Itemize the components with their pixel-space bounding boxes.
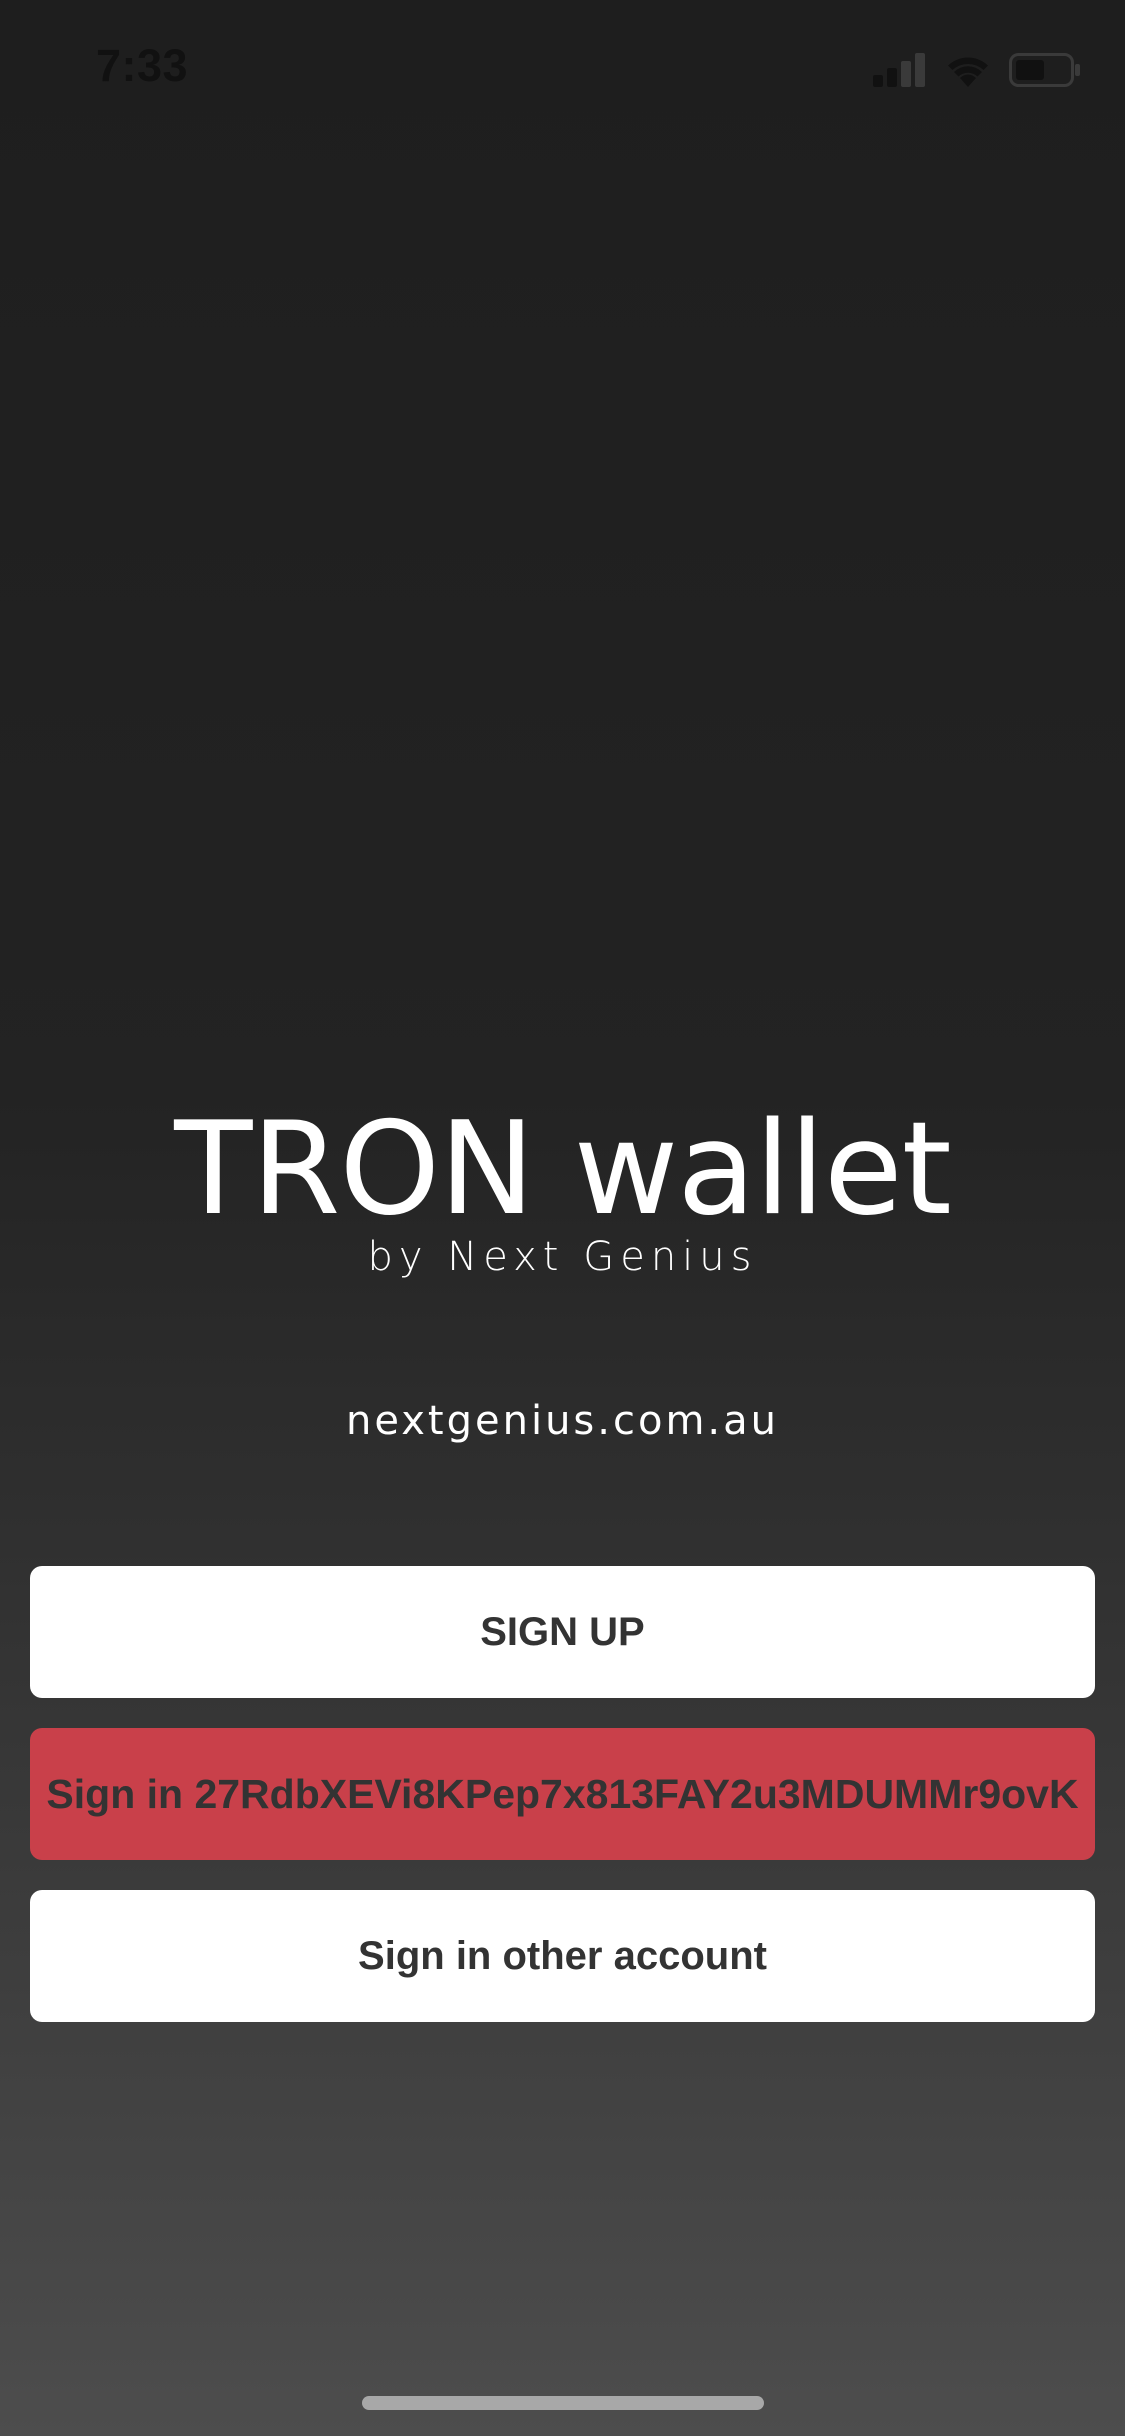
battery-icon [1009, 53, 1080, 87]
status-time: 7:33 [96, 40, 189, 91]
website-link[interactable]: nextgenius.com.au [0, 1398, 1125, 1444]
sign-in-saved-account-button[interactable]: Sign in 27RdbXEVi8KPep7x813FAY2u3MDUMMr9… [30, 1728, 1095, 1860]
signal-icon [873, 53, 925, 87]
app-subtitle: by Next Genius [367, 1234, 758, 1280]
sign-up-button[interactable]: SIGN UP [30, 1566, 1095, 1698]
home-indicator [362, 2396, 764, 2410]
sign-in-other-account-label: Sign in other account [358, 1933, 767, 1978]
app-title: TRON wallet [174, 1095, 952, 1244]
wifi-icon [948, 57, 988, 87]
brand-block: TRON wallet by Next Genius [0, 1100, 1125, 1282]
status-icons [873, 50, 1081, 90]
sign-in-other-account-button[interactable]: Sign in other account [30, 1890, 1095, 2022]
status-bar: 7:33 [0, 0, 1125, 132]
sign-in-saved-account-label: Sign in 27RdbXEVi8KPep7x813FAY2u3MDUMMr9… [46, 1770, 1079, 1817]
sign-up-label: SIGN UP [480, 1609, 645, 1654]
